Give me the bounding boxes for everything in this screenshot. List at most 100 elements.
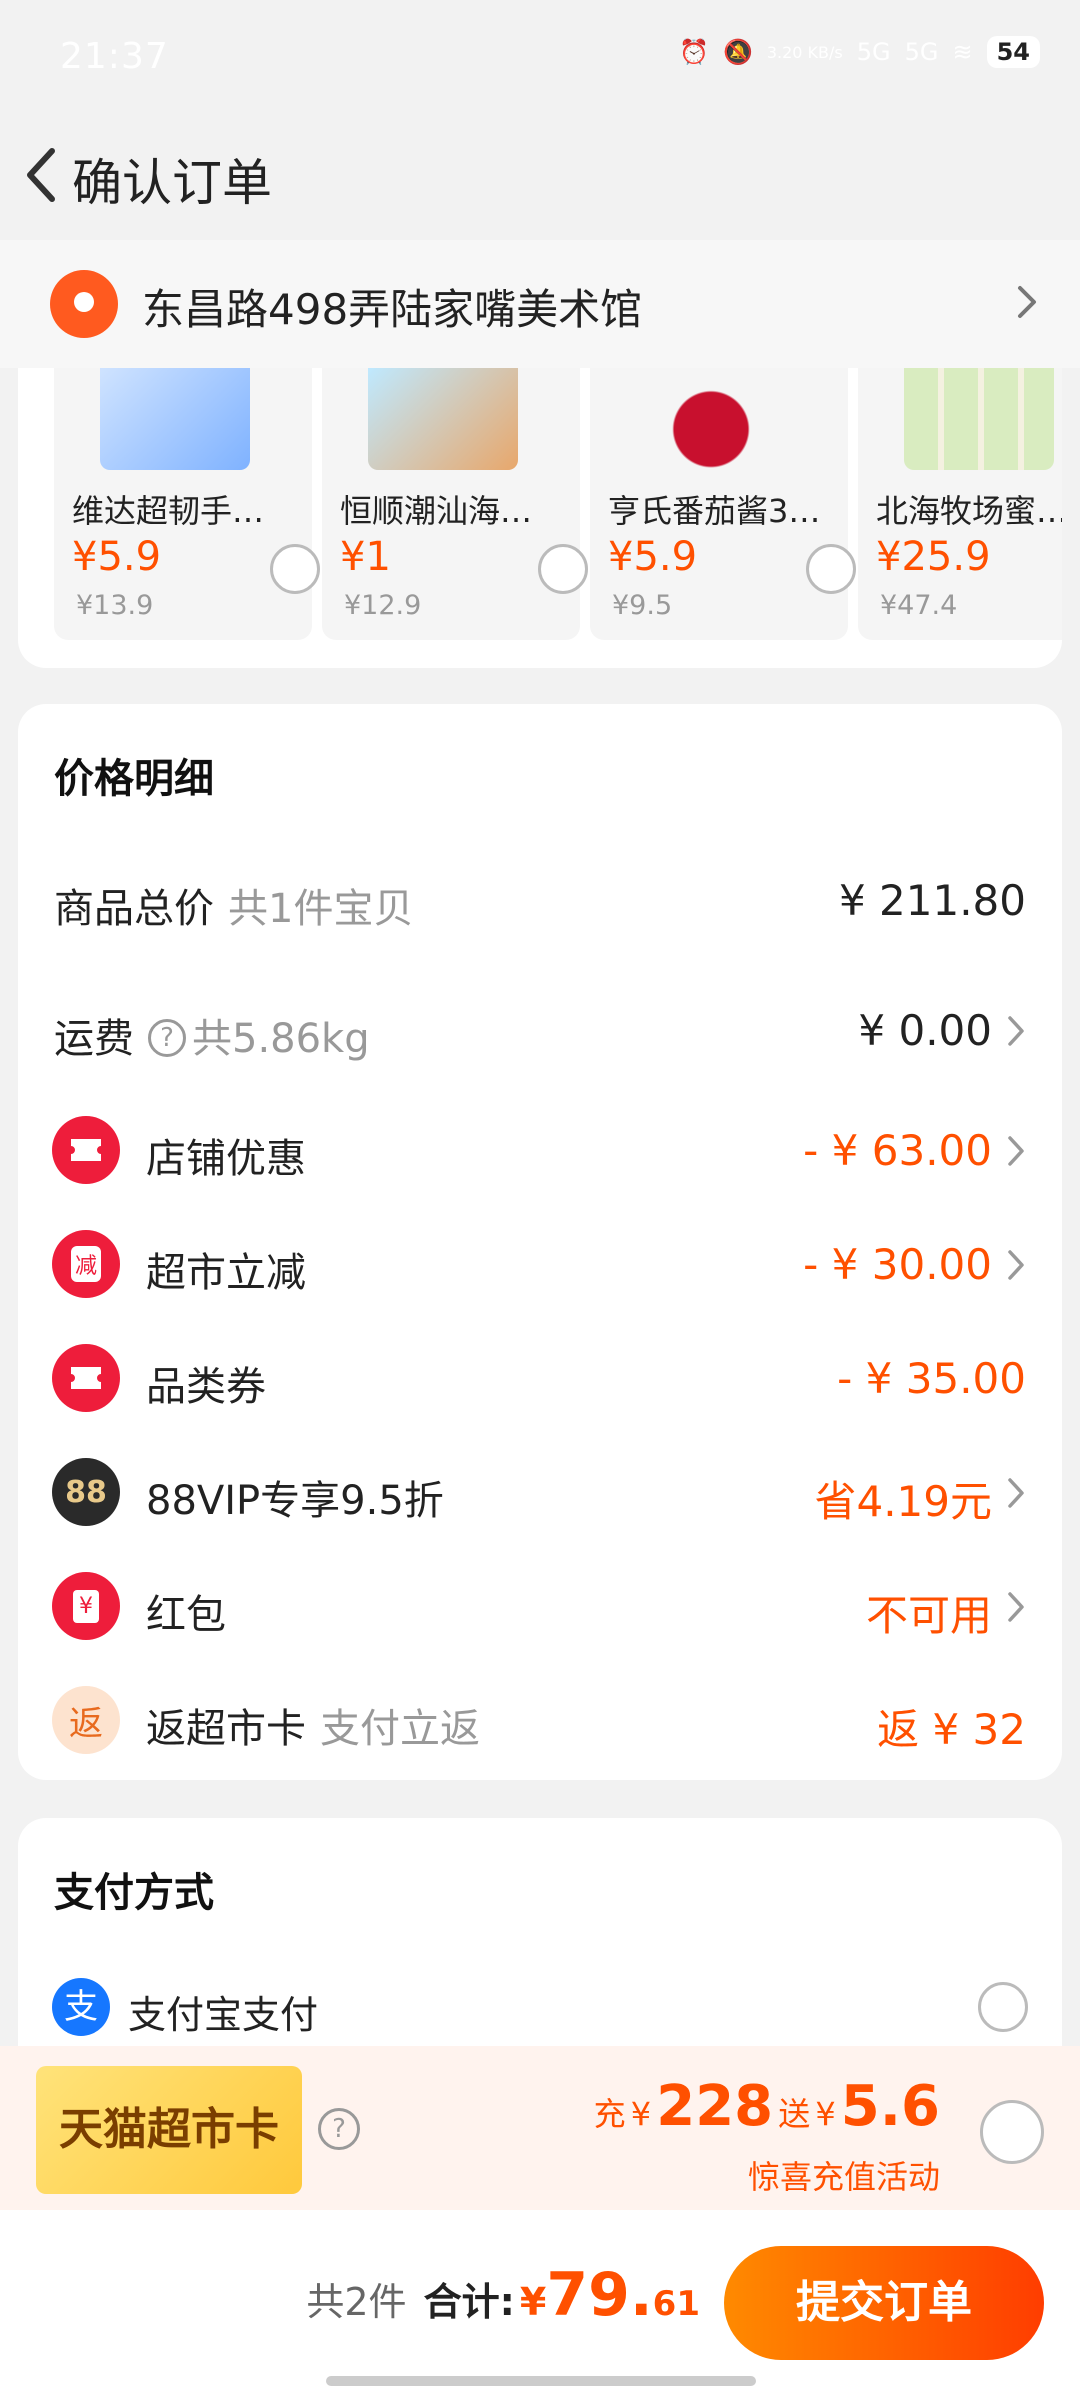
total-label: 合计:	[423, 2280, 515, 2324]
status-time: 21:37	[60, 36, 169, 77]
goods-total-sub: 共1件宝贝	[228, 886, 414, 932]
shipping-weight: 共5.86kg	[192, 1016, 370, 1062]
product-image	[100, 368, 250, 470]
discount-badge-icon: 减	[52, 1230, 120, 1298]
product-name: 维达超韧手…	[72, 492, 265, 530]
gift-prefix: 送	[778, 2095, 811, 2133]
goods-total-label: 商品总价	[54, 886, 214, 932]
vip-discount-row[interactable]: 88 88VIP专享9.5折 省4.19元	[18, 1452, 1062, 1532]
red-packet-label: 红包	[146, 1592, 226, 1638]
product-original-price: ¥12.9	[344, 590, 422, 621]
rebate-label: 返超市卡	[146, 1706, 306, 1752]
goods-total-value: ¥ 211.80	[838, 876, 1026, 925]
chevron-right-icon	[1008, 1592, 1024, 1622]
total-integer: 79.	[546, 2260, 653, 2330]
product-name: 亨氏番茄酱3…	[608, 492, 821, 530]
alipay-label: 支付宝支付	[128, 1993, 319, 2037]
product-name: 恒顺潮汕海…	[340, 492, 533, 530]
rebate-row: 返 返超市卡 支付立返 返 ¥ 32	[18, 1680, 1062, 1760]
back-arrow-icon[interactable]	[14, 135, 74, 215]
order-summary: 共2件 合计: ¥79.61	[306, 2260, 700, 2330]
product-card-1[interactable]: 维达超韧手… ¥5.9 ¥13.9	[54, 368, 320, 640]
product-price: ¥25.9	[876, 534, 991, 580]
product-select-radio[interactable]	[538, 544, 588, 594]
promo-offer: 充 ¥ 228 送 ¥ 5.6	[594, 2074, 940, 2139]
shipping-value: ¥ 0.00	[858, 1006, 992, 1055]
product-name: 北海牧场蜜…	[876, 492, 1062, 530]
battery-level: 54	[986, 36, 1040, 68]
signal-5g-2: 5G	[904, 38, 939, 66]
chevron-right-icon	[1008, 1016, 1024, 1046]
signal-5g-1: 5G	[856, 38, 891, 66]
product-original-price: ¥13.9	[76, 590, 154, 621]
red-packet-badge-text: ¥	[73, 1589, 99, 1623]
discount-badge-text: 减	[70, 1246, 101, 1282]
product-card-2[interactable]: 恒顺潮汕海… ¥1 ¥12.9	[322, 368, 588, 640]
red-packet-value: 不可用	[865, 1591, 992, 1640]
status-bar: 21:37 ⏰ 🔕 3.20 KB/s 5G 5G ≋ 54	[0, 0, 1080, 115]
store-discount-row[interactable]: 店铺优惠 - ¥ 63.00	[18, 1110, 1062, 1190]
product-image	[636, 368, 786, 470]
address-text: 东昌路498弄陆家嘴美术馆	[142, 285, 643, 334]
coupon-icon	[52, 1344, 120, 1412]
chevron-right-icon	[1008, 1250, 1024, 1280]
vip-88-icon: 88	[52, 1458, 120, 1526]
product-original-price: ¥47.4	[880, 590, 958, 621]
promo-radio[interactable]	[980, 2100, 1044, 2164]
product-select-radio[interactable]	[806, 544, 856, 594]
supermarket-cut-row[interactable]: 减 超市立减 - ¥ 30.00	[18, 1224, 1062, 1304]
help-icon[interactable]: ?	[318, 2108, 360, 2150]
shipping-row[interactable]: 运费? 共5.86kg ¥ 0.00	[18, 990, 1062, 1070]
product-card-3[interactable]: 亨氏番茄酱3… ¥5.9 ¥9.5	[590, 368, 856, 640]
store-discount-label: 店铺优惠	[146, 1136, 306, 1182]
price-details-card: 价格明细 商品总价 共1件宝贝 ¥ 211.80 运费? 共5.86kg ¥ 0.0…	[18, 704, 1062, 1780]
net-speed: 3.20 KB/s	[766, 42, 843, 62]
alipay-icon: 支	[52, 1978, 110, 2036]
product-original-price: ¥9.5	[612, 590, 673, 621]
store-discount-value: - ¥ 63.00	[803, 1126, 992, 1175]
page-title: 确认订单	[72, 154, 272, 212]
price-details-title: 价格明细	[54, 756, 214, 802]
vip-discount-label: 88VIP专享9.5折	[146, 1478, 444, 1524]
rebate-icon: 返	[52, 1686, 120, 1754]
product-price: ¥1	[340, 534, 391, 580]
rebate-sub: 支付立返	[320, 1706, 480, 1752]
home-indicator[interactable]	[326, 2376, 756, 2386]
chevron-right-icon	[1008, 1136, 1024, 1166]
submit-order-button[interactable]: 提交订单	[724, 2246, 1044, 2360]
wifi-icon: ≋	[952, 38, 973, 66]
nav-bar: 确认订单	[0, 115, 1080, 240]
address-row[interactable]: 东昌路498弄陆家嘴美术馆	[0, 240, 1080, 368]
product-image	[904, 368, 1054, 470]
chevron-right-icon	[1008, 1478, 1024, 1508]
supermarket-cut-label: 超市立减	[146, 1250, 306, 1296]
rebate-value: 返 ¥ 32	[877, 1705, 1026, 1754]
alipay-radio[interactable]	[978, 1982, 1028, 2032]
red-packet-icon: ¥	[52, 1572, 120, 1640]
charge-prefix: 充	[593, 2095, 626, 2133]
product-select-radio[interactable]	[270, 544, 320, 594]
bottom-bar: 共2件 合计: ¥79.61 提交订单	[0, 2210, 1080, 2400]
product-image	[368, 368, 518, 470]
product-card-4[interactable]: 北海牧场蜜… ¥25.9 ¥47.4	[858, 368, 1062, 640]
red-packet-row[interactable]: ¥ 红包 不可用	[18, 1566, 1062, 1646]
rebate-badge-text: 返	[69, 1703, 103, 1744]
shipping-label: 运费	[54, 1016, 134, 1062]
status-icons: ⏰ 🔕 3.20 KB/s 5G 5G ≋ 54	[679, 36, 1040, 68]
vip-badge-text: 88	[65, 1474, 107, 1510]
charge-amount: 228	[656, 2074, 774, 2139]
payment-title: 支付方式	[54, 1870, 214, 1916]
charge-currency: ¥	[630, 2095, 652, 2133]
category-coupon-value: - ¥ 35.00	[837, 1354, 1026, 1403]
tmall-card-promo[interactable]: 天猫超市卡 ? 充 ¥ 228 送 ¥ 5.6 惊喜充值活动	[0, 2046, 1080, 2210]
total-decimal: 61	[652, 2284, 700, 2324]
mute-icon: 🔕	[722, 38, 753, 66]
location-pin-icon	[50, 270, 118, 338]
help-icon[interactable]: ?	[148, 1019, 186, 1057]
product-price: ¥5.9	[608, 534, 698, 580]
item-count: 共2件	[306, 2280, 407, 2324]
category-coupon-label: 品类券	[146, 1364, 266, 1410]
goods-total-row: 商品总价 共1件宝贝 ¥ 211.80	[18, 860, 1062, 940]
total-currency: ¥	[519, 2280, 547, 2324]
gift-amount: 5.6	[840, 2074, 940, 2139]
